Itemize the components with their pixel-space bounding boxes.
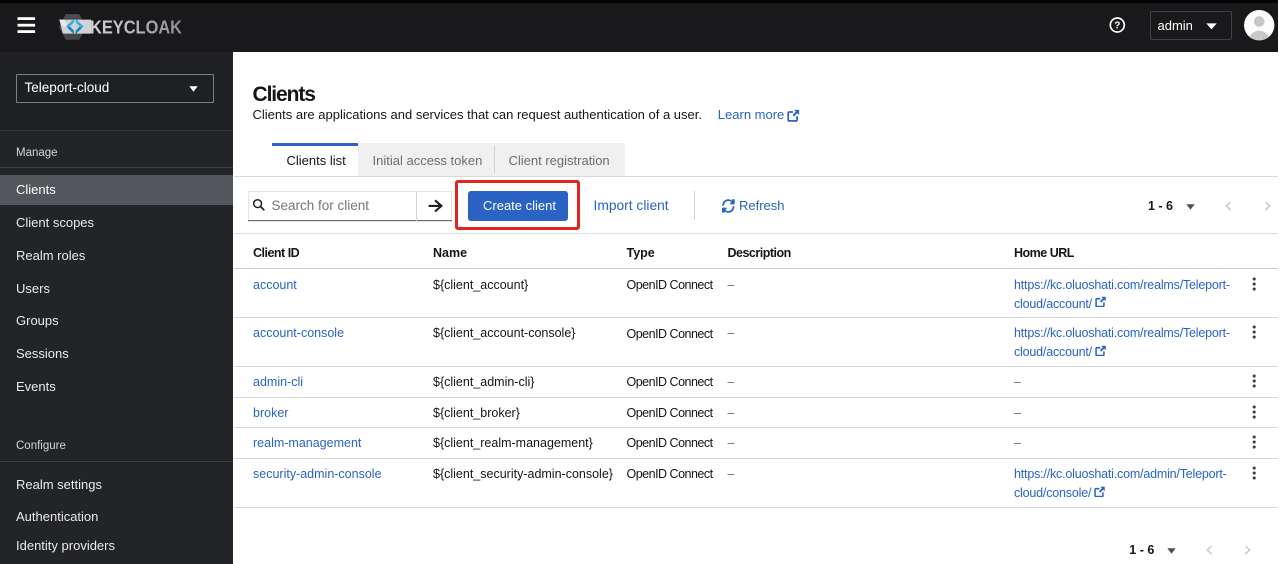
svg-text:?: ?	[1114, 21, 1120, 32]
svg-text:KEYCLOAK: KEYCLOAK	[90, 17, 183, 38]
